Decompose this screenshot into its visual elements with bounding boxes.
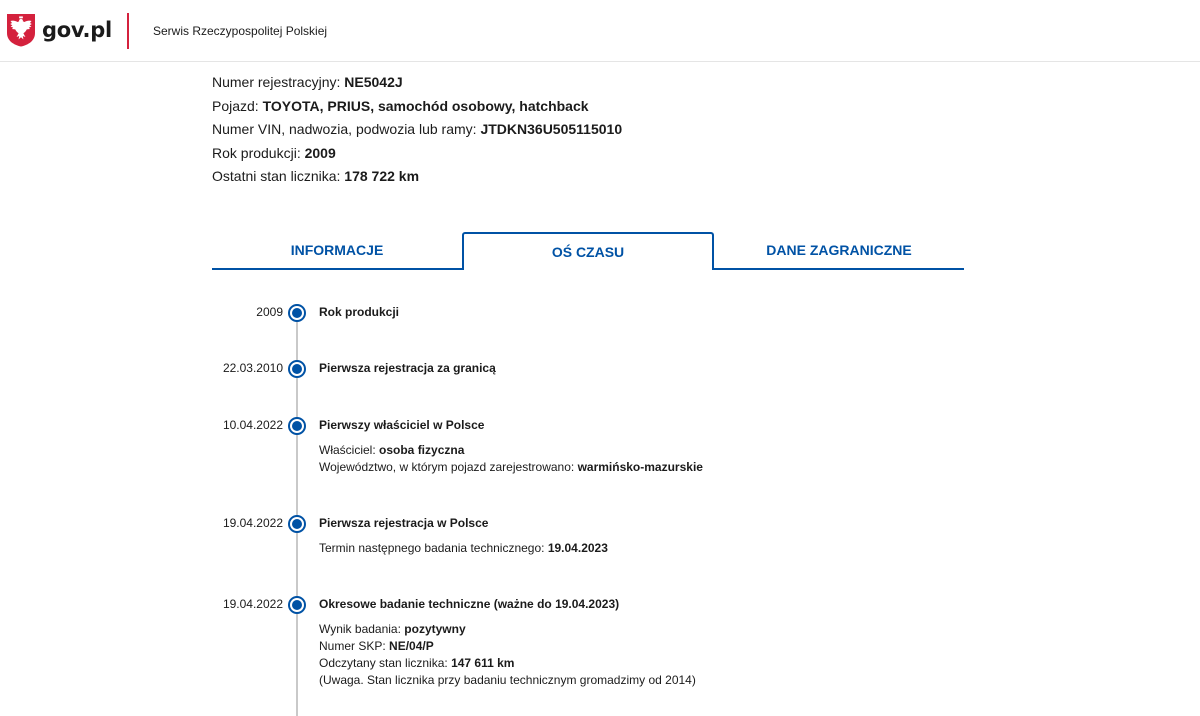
event-detail-skp-number: Numer SKP: NE/04/P: [319, 638, 696, 655]
gov-pl-logo-link[interactable]: gov.pl: [6, 13, 112, 47]
field-value: JTDKN36U505115010: [480, 121, 623, 138]
event-title: Pierwszy właściciel w Polsce: [319, 418, 485, 432]
vehicle-model: Pojazd: TOYOTA, PRIUS, samochód osobowy,…: [212, 97, 622, 121]
detail-label: Województwo, w którym pojazd zarejestrow…: [319, 460, 578, 474]
event-date: 2009: [256, 305, 283, 319]
event-title: Pierwsza rejestracja za granicą: [319, 361, 496, 375]
event-detail-note: (Uwaga. Stan licznika przy badaniu techn…: [319, 672, 696, 689]
tab-informacje[interactable]: INFORMACJE: [212, 232, 462, 270]
field-value: TOYOTA, PRIUS, samochód osobowy, hatchba…: [262, 97, 589, 114]
event-date: 10.04.2022: [222, 418, 283, 432]
event-title: Rok produkcji: [319, 305, 400, 319]
field-label: Ostatni stan licznika:: [212, 168, 345, 185]
timeline-dot-icon: [288, 515, 306, 533]
detail-label: Wynik badania:: [319, 622, 405, 636]
detail-note-text: (Uwaga. Stan licznika przy badaniu techn…: [319, 673, 696, 687]
timeline-dot-icon: [288, 596, 306, 614]
polish-eagle-emblem-icon: [7, 14, 35, 47]
event-details: Termin następnego badania technicznego: …: [319, 540, 608, 557]
detail-label: Numer SKP:: [319, 639, 390, 653]
event-date: 19.04.2022: [222, 516, 283, 530]
logo-text: gov.pl: [42, 18, 112, 42]
event-detail-odometer: Odczytany stan licznika: 147 611 km: [319, 655, 696, 672]
detail-value: 147 611 km: [451, 656, 515, 670]
header-divider: [127, 13, 129, 49]
detail-value: 19.04.2023: [547, 541, 608, 555]
detail-label: Odczytany stan licznika:: [319, 656, 452, 670]
detail-value: osoba fizyczna: [379, 443, 465, 457]
event-detail-voivodeship: Województwo, w którym pojazd zarejestrow…: [319, 459, 703, 476]
tab-bar: INFORMACJE OŚ CZASU DANE ZAGRANICZNE: [212, 232, 964, 270]
field-value: 2009: [304, 144, 336, 161]
field-label: Numer rejestracyjny:: [212, 74, 345, 90]
timeline-dot-icon: [288, 417, 306, 435]
field-label: Numer VIN, nadwozia, podwozia lub ramy:: [212, 121, 481, 138]
event-date: 22.03.2010: [222, 361, 283, 375]
vehicle-production-year: Rok produkcji: 2009: [212, 144, 622, 168]
tab-os-czasu[interactable]: OŚ CZASU: [462, 232, 714, 270]
vehicle-registration-number: Numer rejestracyjny: NE5042J: [212, 73, 622, 97]
event-title: Okresowe badanie techniczne (ważne do 19…: [319, 597, 620, 611]
detail-value: pozytywny: [404, 622, 466, 636]
event-detail-result: Wynik badania: pozytywny: [319, 621, 696, 638]
site-header: gov.pl Serwis Rzeczypospolitej Polskiej: [0, 0, 1200, 62]
event-date: 19.04.2022: [222, 597, 283, 611]
service-name: Serwis Rzeczypospolitej Polskiej: [153, 24, 328, 38]
field-value: NE5042J: [344, 74, 403, 90]
vehicle-summary: Numer rejestracyjny: NE5042J Pojazd: TOY…: [212, 73, 622, 191]
event-details: Wynik badania: pozytywny Numer SKP: NE/0…: [319, 621, 696, 689]
event-detail-next-inspection: Termin następnego badania technicznego: …: [319, 540, 608, 557]
detail-label: Termin następnego badania technicznego:: [319, 541, 548, 555]
detail-value: NE/04/P: [389, 639, 434, 653]
field-label: Pojazd:: [212, 97, 263, 114]
detail-label: Właściciel:: [319, 443, 380, 457]
timeline-dot-icon: [288, 304, 306, 322]
vehicle-odometer: Ostatni stan licznika: 178 722 km: [212, 167, 622, 191]
vehicle-vin: Numer VIN, nadwozia, podwozia lub ramy: …: [212, 120, 622, 144]
event-title: Pierwsza rejestracja w Polsce: [319, 516, 489, 530]
field-value: 178 722 km: [344, 168, 420, 185]
event-details: Właściciel: osoba fizyczna Województwo, …: [319, 442, 703, 476]
tab-dane-zagraniczne[interactable]: DANE ZAGRANICZNE: [714, 232, 964, 270]
field-label: Rok produkcji:: [212, 144, 305, 161]
timeline-dot-icon: [288, 360, 306, 378]
event-detail-owner: Właściciel: osoba fizyczna: [319, 442, 703, 459]
detail-value: warmińsko-mazurskie: [577, 460, 703, 474]
